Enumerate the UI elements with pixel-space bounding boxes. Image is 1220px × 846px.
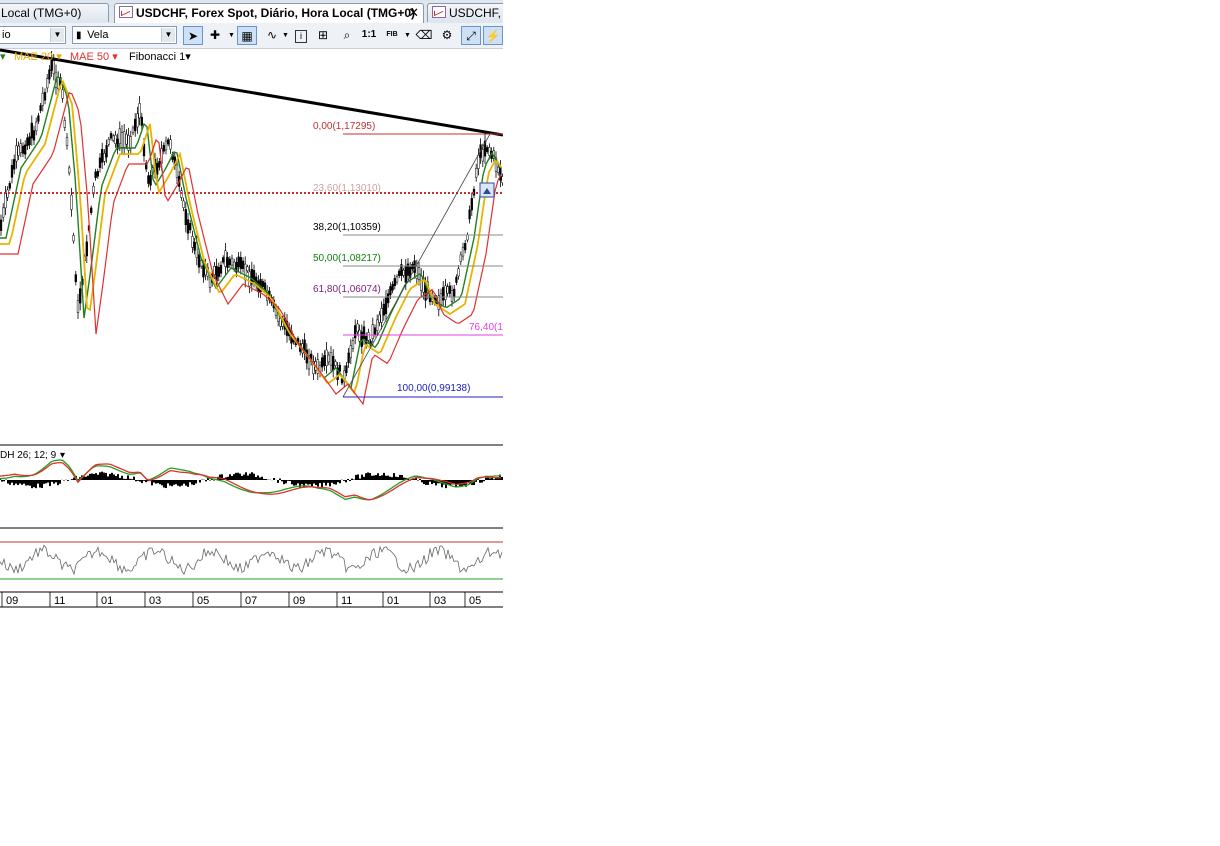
chevron-down-icon[interactable]: ▼ <box>50 28 64 42</box>
settings-button[interactable]: ⚙ <box>437 26 457 45</box>
time-axis-label: 07 <box>245 595 257 607</box>
chart-tab-bar: Local (TMG+0) USDCHF, Forex Spot, Diário… <box>0 0 503 24</box>
legend-ema20[interactable]: MAE 20 ▾ <box>14 50 62 64</box>
indicators-dropdown[interactable]: ▼ <box>282 26 290 45</box>
wave-icon: ∿ <box>266 28 278 42</box>
eraser-button[interactable]: ⌫ <box>414 26 434 45</box>
fib-level-38-2: 38,20(1,10359) <box>313 222 381 233</box>
rsi-panel[interactable] <box>0 544 503 576</box>
legend-ema50[interactable]: MAE 50 ▾ <box>70 50 118 64</box>
period-value: io <box>2 29 11 41</box>
chart-type-select[interactable]: ▮ Vela ▼ <box>72 26 177 44</box>
legend-fibonacci[interactable]: Fibonacci 1▾ <box>129 50 191 64</box>
autoscale-button[interactable]: ⤢ <box>461 26 481 45</box>
grid-icon: ▦ <box>241 29 253 43</box>
macd-label[interactable]: DH 26; 12; 9 <box>0 450 57 461</box>
ratio-button[interactable]: 1:1 <box>359 26 379 45</box>
fibonacci-tool-button[interactable]: FIB <box>382 26 402 45</box>
tab-usdchf-active[interactable]: USDCHF, Forex Spot, Diário, Hora Local (… <box>114 3 424 23</box>
time-axis: 09 11 01 03 05 07 09 11 01 03 05 <box>1 592 481 607</box>
info-icon: i <box>295 30 307 43</box>
close-tab-icon[interactable]: ✕ <box>408 4 419 22</box>
fib-level-50: 50,00(1,08217) <box>313 253 381 264</box>
crosshair-icon: ✚ <box>209 28 221 42</box>
drawing-tools-button[interactable]: ⚡ <box>483 26 503 45</box>
data-window-button[interactable]: ⊞ <box>313 26 333 45</box>
magnifier-icon: ⌕ <box>343 28 351 42</box>
time-axis-label: 09 <box>293 595 305 607</box>
fib-level-0: 0,00(1,17295) <box>313 121 375 132</box>
crosshair-button[interactable]: ✚ <box>205 26 225 45</box>
chart-icon <box>432 6 446 18</box>
settings-icon: ⚙ <box>441 28 453 42</box>
fib-level-76-4: 76,40(1 <box>469 322 503 333</box>
tab-label: USDCHF, Fo <box>449 6 503 20</box>
tab-label: USDCHF, Forex Spot, Diário, Hora Local (… <box>136 6 416 20</box>
fib-level-100: 100,00(0,99138) <box>397 383 470 394</box>
chart-type-value: Vela <box>87 29 109 41</box>
time-axis-label: 09 <box>6 595 18 607</box>
indicators-button[interactable]: ∿ <box>262 26 282 45</box>
cursor-select-button[interactable]: ➤ <box>183 26 203 45</box>
price-chart[interactable]: 0,00(1,17295) 23,60(1,13010) 38,20(1,103… <box>0 48 503 608</box>
chevron-down-icon[interactable]: ▾ <box>60 450 65 461</box>
fib-level-23-6: 23,60(1,13010) <box>313 183 381 194</box>
time-axis-label: 03 <box>434 595 446 607</box>
chevron-down-icon[interactable]: ▾ <box>0 50 6 64</box>
pointer-icon: ➤ <box>187 29 199 43</box>
zoom-button[interactable]: ⌕ <box>337 26 357 45</box>
crosshair-dropdown[interactable]: ▼ <box>228 26 236 45</box>
time-axis-label: 03 <box>149 595 161 607</box>
time-axis-label: 01 <box>101 595 113 607</box>
time-axis-label: 11 <box>341 595 352 607</box>
chart-toolbar: io ▼ ▮ Vela ▼ ➤ ✚ ▼ ▦ ∿ ▼ i ⊞ ⌕ 1:1 FIB … <box>0 23 503 49</box>
pattern-icon: ⚡ <box>485 29 501 43</box>
trading-platform-window: Local (TMG+0) USDCHF, Forex Spot, Diário… <box>0 0 503 610</box>
time-axis-label: 11 <box>54 595 65 607</box>
tab-chart-local[interactable]: Local (TMG+0) <box>0 3 109 22</box>
chevron-down-icon[interactable]: ▼ <box>161 28 175 42</box>
grid-toggle-button[interactable]: ▦ <box>237 26 257 45</box>
fibonacci-retracement[interactable]: 0,00(1,17295) 23,60(1,13010) 38,20(1,103… <box>0 121 503 398</box>
eraser-icon: ⌫ <box>415 28 433 42</box>
time-axis-label: 05 <box>197 595 209 607</box>
time-axis-label: 05 <box>469 595 481 607</box>
fib-level-61-8: 61,80(1,06074) <box>313 284 381 295</box>
candle-icon: ▮ <box>76 30 82 41</box>
tab-label: Local (TMG+0) <box>1 6 82 20</box>
info-button[interactable]: i <box>291 26 311 45</box>
time-axis-label: 01 <box>387 595 399 607</box>
macd-panel[interactable] <box>0 459 503 501</box>
fibonacci-dropdown[interactable]: ▼ <box>404 26 412 45</box>
price-panel[interactable] <box>0 50 503 406</box>
chart-icon <box>119 6 133 18</box>
period-select[interactable]: io ▼ <box>0 26 66 44</box>
data-window-icon: ⊞ <box>317 28 329 42</box>
tab-usdchf-other[interactable]: USDCHF, Fo <box>427 3 503 22</box>
expand-icon: ⤢ <box>466 29 476 43</box>
